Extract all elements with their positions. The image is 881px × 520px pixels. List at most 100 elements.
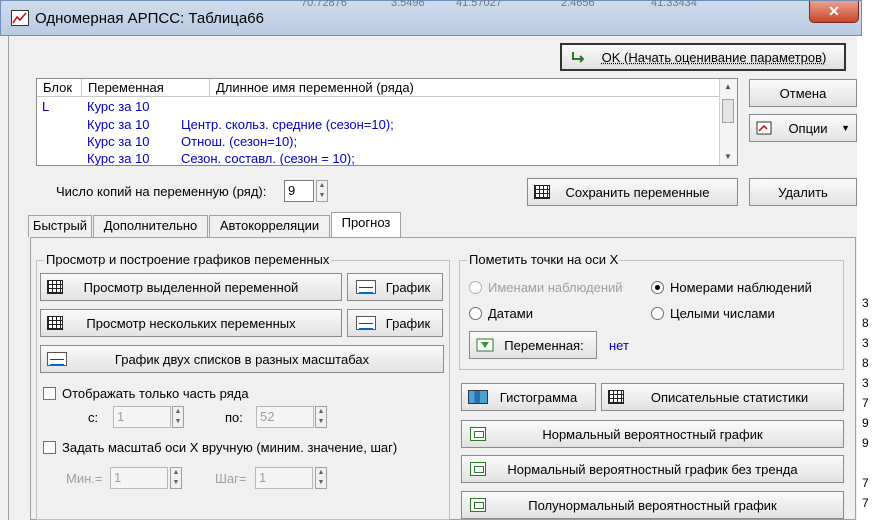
bg-value: 70.72876: [301, 0, 347, 9]
from-stepper[interactable]: ▲ ▼: [172, 406, 184, 428]
bg-digit: 9: [862, 436, 869, 450]
radio-dates-label: Датами: [488, 306, 533, 321]
bg-digit: 8: [862, 356, 869, 370]
options-button-label: Опции: [788, 120, 828, 136]
manual-scale-label: Задать масштаб оси X вручную (миним. зна…: [62, 440, 398, 455]
graph-selected-button[interactable]: График: [347, 273, 443, 301]
descriptive-stats-button[interactable]: Описательные статистики: [601, 383, 844, 411]
app-chart-icon: [11, 10, 29, 26]
step-stepper[interactable]: ▲ ▼: [315, 467, 327, 489]
column-header-block[interactable]: Блок: [37, 79, 82, 97]
list-scrollbar[interactable]: ▲ ▼: [719, 79, 737, 165]
bg-digit: 7: [862, 476, 869, 490]
tab-advanced[interactable]: Дополнительно: [93, 215, 208, 237]
bg-value: 3.5496: [391, 0, 425, 9]
copies-label: Число копий на переменную (ряд):: [56, 184, 267, 199]
normal-probability-label: Нормальный вероятностный график: [542, 426, 763, 442]
descriptive-stats-label: Описательные статистики: [650, 389, 809, 405]
histogram-icon: [468, 390, 488, 404]
step-input[interactable]: 1: [255, 467, 313, 489]
save-variables-button[interactable]: Сохранить переменные: [527, 178, 738, 206]
bg-digit: 7: [862, 396, 869, 410]
radio-dates[interactable]: [469, 307, 482, 320]
histogram-label: Гистограмма: [499, 389, 578, 405]
bg-digit: 7: [862, 496, 869, 510]
options-icon: [756, 121, 772, 135]
histogram-button[interactable]: Гистограмма: [461, 383, 596, 411]
row-long-name: Центр. скольз. средние (сезон=10);: [181, 117, 394, 132]
column-header-variable[interactable]: Переменная: [82, 79, 210, 97]
dropdown-arrow-icon: ▼: [841, 123, 850, 133]
row-long-name: Сезон. составл. (сезон = 10);: [181, 151, 355, 166]
window-title: Одномерная АРПСС: Таблица66: [35, 10, 264, 27]
list-item[interactable]: L Курс за 10: [37, 99, 720, 116]
variable-button-label: Переменная:: [504, 337, 584, 353]
table-grid-icon: [534, 185, 550, 199]
axis-marks-group-title: Пометить точки на оси X: [467, 252, 621, 267]
show-part-checkbox[interactable]: [43, 387, 56, 400]
variable-arrow-icon: [476, 338, 494, 352]
half-normal-button[interactable]: Полунормальный вероятностный график: [461, 491, 844, 519]
close-button[interactable]: ✕: [809, 1, 859, 23]
column-header-long-name[interactable]: Длинное имя переменной (ряда): [210, 79, 720, 97]
half-normal-label: Полунормальный вероятностный график: [528, 497, 777, 513]
options-button[interactable]: Опции ▼: [749, 114, 857, 142]
to-stepper[interactable]: ▲ ▼: [315, 406, 327, 428]
min-input[interactable]: 1: [110, 467, 168, 489]
row-block: L: [42, 99, 50, 114]
delete-button[interactable]: Удалить: [749, 178, 857, 206]
tab-quick[interactable]: Быстрый: [28, 215, 92, 237]
bg-digit: 3: [862, 376, 869, 390]
list-item[interactable]: Курс за 10 Центр. скольз. средние (сезон…: [37, 117, 720, 134]
scroll-thumb[interactable]: [722, 99, 734, 123]
min-stepper[interactable]: ▲ ▼: [170, 467, 182, 489]
view-graph-group-title: Просмотр и построение графиков переменны…: [44, 252, 332, 267]
radio-case-numbers-label: Номерами наблюдений: [670, 280, 812, 295]
run-arrow-icon: [570, 50, 586, 64]
graph-several-button[interactable]: График: [347, 309, 443, 337]
step-label: Шаг=: [215, 471, 247, 486]
variable-button[interactable]: Переменная:: [469, 331, 597, 359]
graph-icon: [356, 316, 376, 330]
view-selected-variable-button[interactable]: Просмотр выделенной переменной: [40, 273, 342, 301]
normal-detrended-button[interactable]: Нормальный вероятностный график без трен…: [461, 455, 844, 483]
normal-probability-button[interactable]: Нормальный вероятностный график: [461, 420, 844, 448]
radio-case-numbers[interactable]: [651, 281, 664, 294]
copies-input[interactable]: 9: [284, 180, 314, 202]
save-variables-label: Сохранить переменные: [565, 184, 710, 200]
to-input[interactable]: 52: [256, 406, 314, 428]
cancel-button[interactable]: Отмена: [749, 79, 857, 107]
radio-case-names[interactable]: [469, 281, 482, 294]
graph-icon: [356, 280, 376, 294]
normal-plot-icon: [470, 498, 486, 512]
bg-digit: 9: [862, 416, 869, 430]
two-lists-graph-button[interactable]: График двух списков в разных масштабах: [40, 345, 444, 373]
table-grid-icon: [608, 390, 624, 404]
to-label: по:: [225, 410, 243, 425]
table-grid-icon: [47, 316, 63, 330]
list-item[interactable]: Курс за 10 Сезон. составл. (сезон = 10);: [37, 151, 720, 166]
tab-autocorrelations[interactable]: Автокорреляции: [209, 215, 330, 237]
from-label: с:: [88, 410, 99, 425]
ok-button[interactable]: OK (Начать оценивание параметров): [560, 43, 846, 71]
variable-value: нет: [609, 338, 629, 353]
row-variable: Курс за 10: [87, 151, 150, 166]
view-selected-label: Просмотр выделенной переменной: [83, 279, 299, 295]
radio-integers[interactable]: [651, 307, 664, 320]
manual-scale-checkbox[interactable]: [43, 441, 56, 454]
show-part-label: Отображать только часть ряда: [62, 386, 249, 401]
bg-digit: 8: [862, 316, 869, 330]
view-several-variables-button[interactable]: Просмотр нескольких переменных: [40, 309, 342, 337]
scroll-up-icon[interactable]: ▲: [720, 79, 736, 95]
tab-forecast[interactable]: Прогноз: [331, 212, 401, 238]
graph-icon: [47, 352, 67, 366]
radio-integers-label: Целыми числами: [670, 306, 775, 321]
from-input[interactable]: 1: [113, 406, 171, 428]
variable-list[interactable]: Блок Переменная Длинное имя переменной (…: [36, 78, 738, 166]
bg-digit: 3: [862, 296, 869, 310]
scroll-down-icon[interactable]: ▼: [720, 149, 736, 165]
table-grid-icon: [47, 280, 63, 294]
two-lists-label: График двух списков в разных масштабах: [114, 351, 370, 367]
copies-stepper[interactable]: ▲ ▼: [316, 180, 328, 202]
list-item[interactable]: Курс за 10 Отнош. (сезон=10);: [37, 134, 720, 151]
